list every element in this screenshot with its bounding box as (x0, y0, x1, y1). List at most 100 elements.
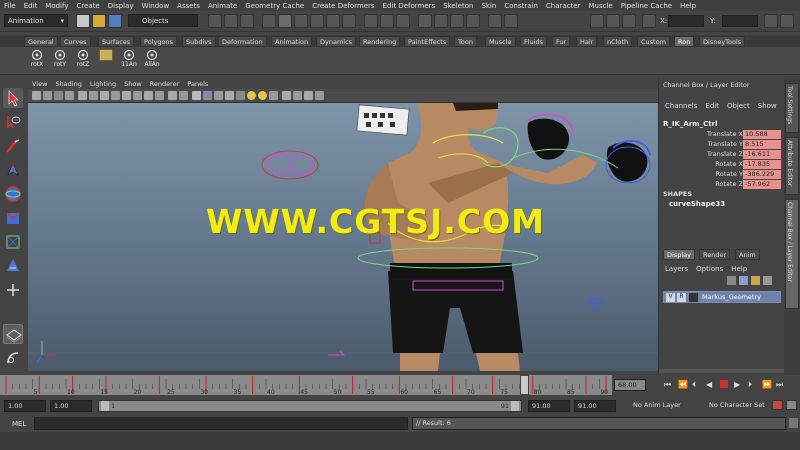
object-name[interactable]: R_IK_Arm_Ctrl (663, 120, 717, 128)
safe-action-icon[interactable] (133, 91, 142, 100)
show-menu[interactable]: Show (754, 102, 781, 110)
shelf-tab-ncloth[interactable]: nCloth (603, 36, 633, 47)
range-start-handle[interactable] (101, 401, 109, 411)
playback-start-field[interactable]: 1.00 (50, 400, 92, 412)
layer-editor-scrollbar[interactable] (659, 369, 785, 373)
attr-value[interactable]: -16.611 (743, 150, 781, 159)
time-slider[interactable]: 5 10 15 20 25 30 35 40 45 50 55 60 65 70 75 80 85 90 (0, 375, 612, 396)
attr-value[interactable]: -57.962 (743, 180, 781, 189)
shelf-tab-animation[interactable]: Animation (271, 36, 313, 47)
play-backwards-icon[interactable]: ◀ (706, 380, 712, 389)
lasso-tool-icon[interactable] (3, 112, 23, 132)
shelf-button-rotx[interactable]: rotX (26, 49, 48, 73)
shelf-button-key[interactable] (95, 49, 117, 73)
soft-modify-tool-icon[interactable] (3, 256, 23, 276)
shelf-tab-disneytools[interactable]: DisneyTools (699, 36, 746, 47)
x-field[interactable] (668, 15, 704, 27)
outputs-icon[interactable] (396, 14, 410, 28)
mask-dropdown-icon[interactable] (262, 14, 276, 28)
shelf-tab-fur[interactable]: Fur (552, 36, 571, 47)
shelf-button-11an[interactable]: 11An (118, 49, 140, 73)
anim-layer-dropdown[interactable]: No Anim Layer (630, 400, 700, 412)
hypershade-icon[interactable] (466, 14, 480, 28)
stop-icon[interactable] (720, 380, 728, 388)
side-tab-channel-box[interactable]: Channel Box / Layer Editor (785, 199, 799, 309)
select-camera-icon[interactable] (32, 91, 41, 100)
panel-menu-view[interactable]: View (28, 80, 51, 88)
command-input[interactable] (34, 417, 408, 430)
snap-point-icon[interactable] (310, 14, 324, 28)
step-back-key-icon[interactable]: ⏴ (692, 380, 696, 390)
shelf-tab-toon[interactable]: Toon (454, 36, 477, 47)
render-settings-icon[interactable] (450, 14, 464, 28)
menu-pipeline-cache[interactable]: Pipeline Cache (617, 2, 676, 10)
snap-plane-icon[interactable] (326, 14, 340, 28)
input-line-mode-icon[interactable] (488, 14, 502, 28)
shadows-icon[interactable] (258, 91, 267, 100)
y-field[interactable] (722, 15, 758, 27)
select-component-icon[interactable] (240, 14, 254, 28)
channels-menu[interactable]: Channels (661, 102, 701, 110)
smooth-shade-icon[interactable] (203, 91, 212, 100)
shelf-tab-fluids[interactable]: Fluids (520, 36, 547, 47)
shape-name[interactable]: curveShape33 (669, 200, 725, 208)
menu-character[interactable]: Character (542, 2, 585, 10)
select-tool-icon[interactable] (3, 88, 23, 108)
layer-visibility-toggle[interactable]: V (666, 293, 675, 302)
menu-skin[interactable]: Skin (477, 2, 500, 10)
field-chart-icon[interactable] (122, 91, 131, 100)
universal-manipulator-icon[interactable] (3, 232, 23, 252)
layer-tab-anim[interactable]: Anim (735, 249, 760, 260)
shelf-button-allan[interactable]: AllAn (141, 49, 163, 73)
inputs-icon[interactable] (380, 14, 394, 28)
move-tool-icon[interactable] (3, 160, 23, 180)
step-forward-frame-icon[interactable]: ⏩ (762, 380, 772, 389)
shelf-tab-surfaces[interactable]: Surfaces (98, 36, 135, 47)
bookmark-icon[interactable] (54, 91, 63, 100)
menu-file[interactable]: File (0, 2, 20, 10)
command-language-label[interactable]: MEL (12, 420, 26, 428)
menu-geometry-cache[interactable]: Geometry Cache (241, 2, 308, 10)
move-layer-down-icon[interactable] (763, 276, 772, 285)
menu-window[interactable]: Window (138, 2, 174, 10)
shelf-tab-deformation[interactable]: Deformation (218, 36, 267, 47)
new-layer-icon[interactable] (727, 276, 736, 285)
current-frame-field[interactable]: 68.00 (614, 379, 646, 391)
menu-animate[interactable]: Animate (204, 2, 241, 10)
layer-reference-toggle[interactable]: R (677, 293, 686, 302)
attr-row-translate-y[interactable]: Translate Y 8.515 (659, 140, 785, 150)
script-editor-icon[interactable] (780, 14, 794, 28)
xray-icon[interactable] (168, 91, 177, 100)
sidebar-toggle-icon[interactable] (504, 14, 518, 28)
script-editor-button-icon[interactable] (789, 418, 798, 428)
play-forwards-icon[interactable]: ▶ (734, 380, 740, 389)
playback-end-field[interactable]: 91.00 (528, 400, 570, 412)
attr-row-rotate-z[interactable]: Rotate Z -57.962 (659, 180, 785, 190)
textured-icon[interactable] (225, 91, 234, 100)
high-quality-icon[interactable] (269, 91, 278, 100)
auto-key-icon[interactable] (772, 400, 783, 410)
menu-set-dropdown[interactable]: Animation ▾ (4, 14, 68, 27)
snap-grid-icon[interactable] (278, 14, 292, 28)
shelf-button-rotz[interactable]: rotZ (72, 49, 94, 73)
side-tab-attribute-editor[interactable]: Attribute Editor (785, 137, 799, 195)
hud-icon[interactable] (282, 91, 291, 100)
attr-value[interactable]: 10.588 (743, 130, 781, 139)
shelf-tab-hair[interactable]: Hair (576, 36, 598, 47)
ambient-occlusion-icon[interactable] (293, 91, 302, 100)
use-all-lights-icon[interactable] (236, 91, 245, 100)
attr-row-translate-x[interactable]: Translate X 10.588 (659, 130, 785, 140)
panel-menu-show[interactable]: Show (120, 80, 146, 88)
transform-mode-icon[interactable] (642, 14, 656, 28)
input-z-icon[interactable] (764, 14, 778, 28)
layout-script-icon[interactable] (3, 348, 23, 368)
edit-menu[interactable]: Edit (701, 102, 723, 110)
menu-modify[interactable]: Modify (41, 2, 72, 10)
wireframe-on-shaded-icon[interactable] (214, 91, 223, 100)
attr-row-translate-z[interactable]: Translate Z -16.611 (659, 150, 785, 160)
shelf-tab-curves[interactable]: Curves (60, 36, 91, 47)
isolate-select-icon[interactable] (155, 91, 164, 100)
panel-menu-renderer[interactable]: Renderer (146, 80, 184, 88)
menu-edit-deformers[interactable]: Edit Deformers (379, 2, 440, 10)
layer-tab-display[interactable]: Display (663, 249, 695, 260)
